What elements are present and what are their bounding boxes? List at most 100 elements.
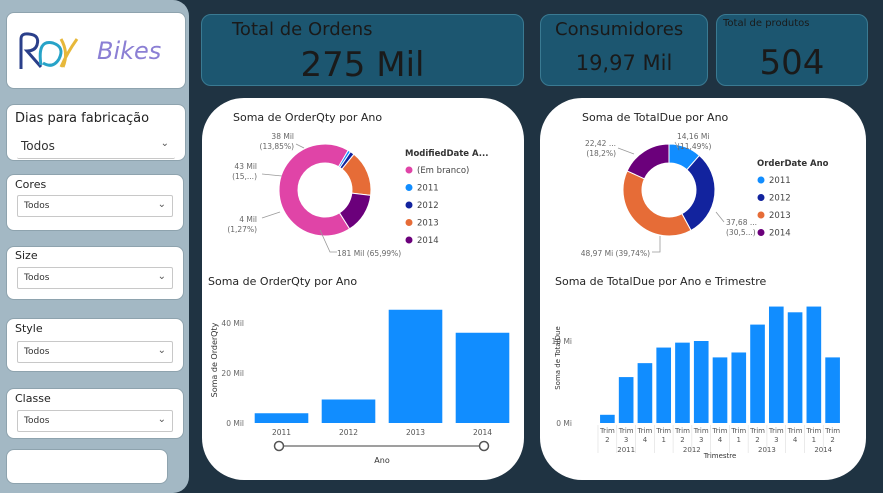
x-tick-label: 3 <box>774 436 778 444</box>
slicer-dropdown[interactable]: Todos ⌄ <box>17 135 175 159</box>
slicer-dropdown[interactable]: Todos ⌄ <box>17 410 173 432</box>
slicer-dropdown[interactable]: Todos ⌄ <box>17 267 173 289</box>
x-tick-label: 2013 <box>406 428 425 437</box>
legend-label: 2014 <box>417 236 439 246</box>
legend-marker <box>405 166 413 174</box>
x-group-label: 2014 <box>814 446 832 454</box>
slicer-dias[interactable]: Dias para fabricação Todos ⌄ <box>6 104 186 161</box>
slicer-dropdown[interactable]: Todos ⌄ <box>17 341 173 363</box>
donut-totaldue: OrderDate Ano 2011 2012 2013 2014 14,16 Mi(11… <box>581 132 829 258</box>
y-axis-label: Soma de OrderQty <box>210 322 219 397</box>
data-label: (13,85%) <box>260 142 295 151</box>
slicer-cores[interactable]: Cores Todos ⌄ <box>6 174 184 231</box>
brand-logo: Bikes <box>6 12 186 89</box>
bar <box>388 309 443 423</box>
legend-marker <box>757 194 765 201</box>
kpi-label: Total de Ordens <box>232 19 373 40</box>
x-tick-label: 1 <box>737 436 741 444</box>
data-label: (15,...) <box>232 172 257 181</box>
legend-marker <box>757 211 765 219</box>
slicer-title: Cores <box>15 178 47 191</box>
donut-slice <box>622 170 692 237</box>
empty-card <box>6 449 168 484</box>
x-tick-label: Trim <box>805 427 821 435</box>
leader-line <box>652 236 661 253</box>
slicer-classe[interactable]: Classe Todos ⌄ <box>6 388 184 439</box>
range-slider-handle[interactable] <box>478 440 490 452</box>
data-label: (30,5...) <box>726 228 756 237</box>
x-tick-label: Trim <box>636 427 652 435</box>
range-slider-handle[interactable] <box>273 440 285 452</box>
data-label: 43 Mil <box>234 162 257 171</box>
x-axis-label: Trimestre <box>703 452 737 460</box>
x-tick-label: Trim <box>768 427 784 435</box>
y-tick-label: 0 Mi <box>556 419 572 428</box>
legend-label: 2011 <box>417 184 439 194</box>
bar <box>656 347 672 423</box>
y-tick-label: 20 Mil <box>221 369 244 378</box>
donut-orderqty: ModifiedDate A... (Em branco) 2011 2012 2013… <box>227 132 488 258</box>
x-tick-label: 3 <box>624 436 628 444</box>
x-tick-label: 1 <box>661 436 665 444</box>
chevron-down-icon: ⌄ <box>160 138 169 149</box>
x-group-label: 2011 <box>617 446 635 454</box>
data-label: (1,27%) <box>227 225 257 234</box>
kpi-total-ordens: Total de Ordens 275 Mil <box>201 14 524 86</box>
slicer-title: Classe <box>15 392 51 405</box>
x-tick-label: Trim <box>618 427 634 435</box>
bar <box>712 357 728 423</box>
x-tick-label: 1 <box>812 436 816 444</box>
x-tick-label: Trim <box>749 427 765 435</box>
bar <box>254 413 309 423</box>
x-tick-label: 2012 <box>339 428 358 437</box>
x-tick-label: Trim <box>655 427 671 435</box>
bar <box>768 306 784 423</box>
legend-marker <box>405 219 413 226</box>
kpi-consumidores: Consumidores 19,97 Mil <box>540 14 708 86</box>
chart-title: Soma de OrderQty por Ano <box>208 275 358 288</box>
kpi-value: 19,97 Mil <box>575 51 673 75</box>
data-label: 38 Mil <box>271 132 294 141</box>
bar <box>675 342 690 423</box>
slicer-style[interactable]: Style Todos ⌄ <box>6 318 184 372</box>
slicer-value: Todos <box>21 139 55 153</box>
slicer-dropdown[interactable]: Todos ⌄ <box>17 195 173 217</box>
y-axis-label: Soma de TotalDue <box>554 326 562 390</box>
data-label: (18,2%) <box>586 149 616 158</box>
kpi-value: 504 <box>759 43 825 83</box>
data-label: (11,49%) <box>677 142 712 151</box>
bar <box>618 377 634 423</box>
x-tick-label: Trim <box>824 427 840 435</box>
legend-marker <box>757 176 765 184</box>
kpi-label: Consumidores <box>555 19 684 40</box>
x-tick-label: 4 <box>718 436 723 444</box>
slicer-title: Dias para fabricação <box>15 111 150 126</box>
legend-label: (Em branco) <box>417 166 469 176</box>
leader-line <box>715 211 725 223</box>
x-tick-label: 3 <box>699 436 703 444</box>
kpi-total-produtos: Total de produtos 504 <box>716 14 868 86</box>
panel-left: Soma de OrderQty por Ano ModifiedDate A.… <box>202 98 524 480</box>
x-tick-label: 4 <box>793 436 798 444</box>
legend-marker <box>405 184 413 191</box>
leader-line <box>295 143 305 149</box>
bar <box>750 324 765 423</box>
x-tick-label: 2 <box>605 436 609 444</box>
data-label: 48,97 Mi (39,74%) <box>581 249 650 258</box>
x-tick-label: 2 <box>830 436 834 444</box>
bar <box>693 341 709 423</box>
chart-title: Soma de TotalDue por Ano e Trimestre <box>555 275 767 288</box>
legend-marker <box>405 201 413 209</box>
slicer-size[interactable]: Size Todos ⌄ <box>6 246 184 300</box>
x-tick-label: Trim <box>599 427 615 435</box>
x-tick-label: Trim <box>787 427 803 435</box>
data-label: 22,42 ... <box>585 139 616 148</box>
slicer-value: Todos <box>24 347 50 357</box>
legend-label: 2012 <box>769 194 791 204</box>
slicer-value: Todos <box>24 201 50 211</box>
panel-right: Soma de TotalDue por Ano OrderDate Ano 20… <box>540 98 866 480</box>
bar <box>321 399 376 423</box>
x-tick-label: 2011 <box>272 428 291 437</box>
bar-totaldue: 0 Mi10 MiTrim2Trim3Trim4Trim1Trim2Trim3T… <box>552 306 840 460</box>
legend-marker <box>405 236 413 244</box>
